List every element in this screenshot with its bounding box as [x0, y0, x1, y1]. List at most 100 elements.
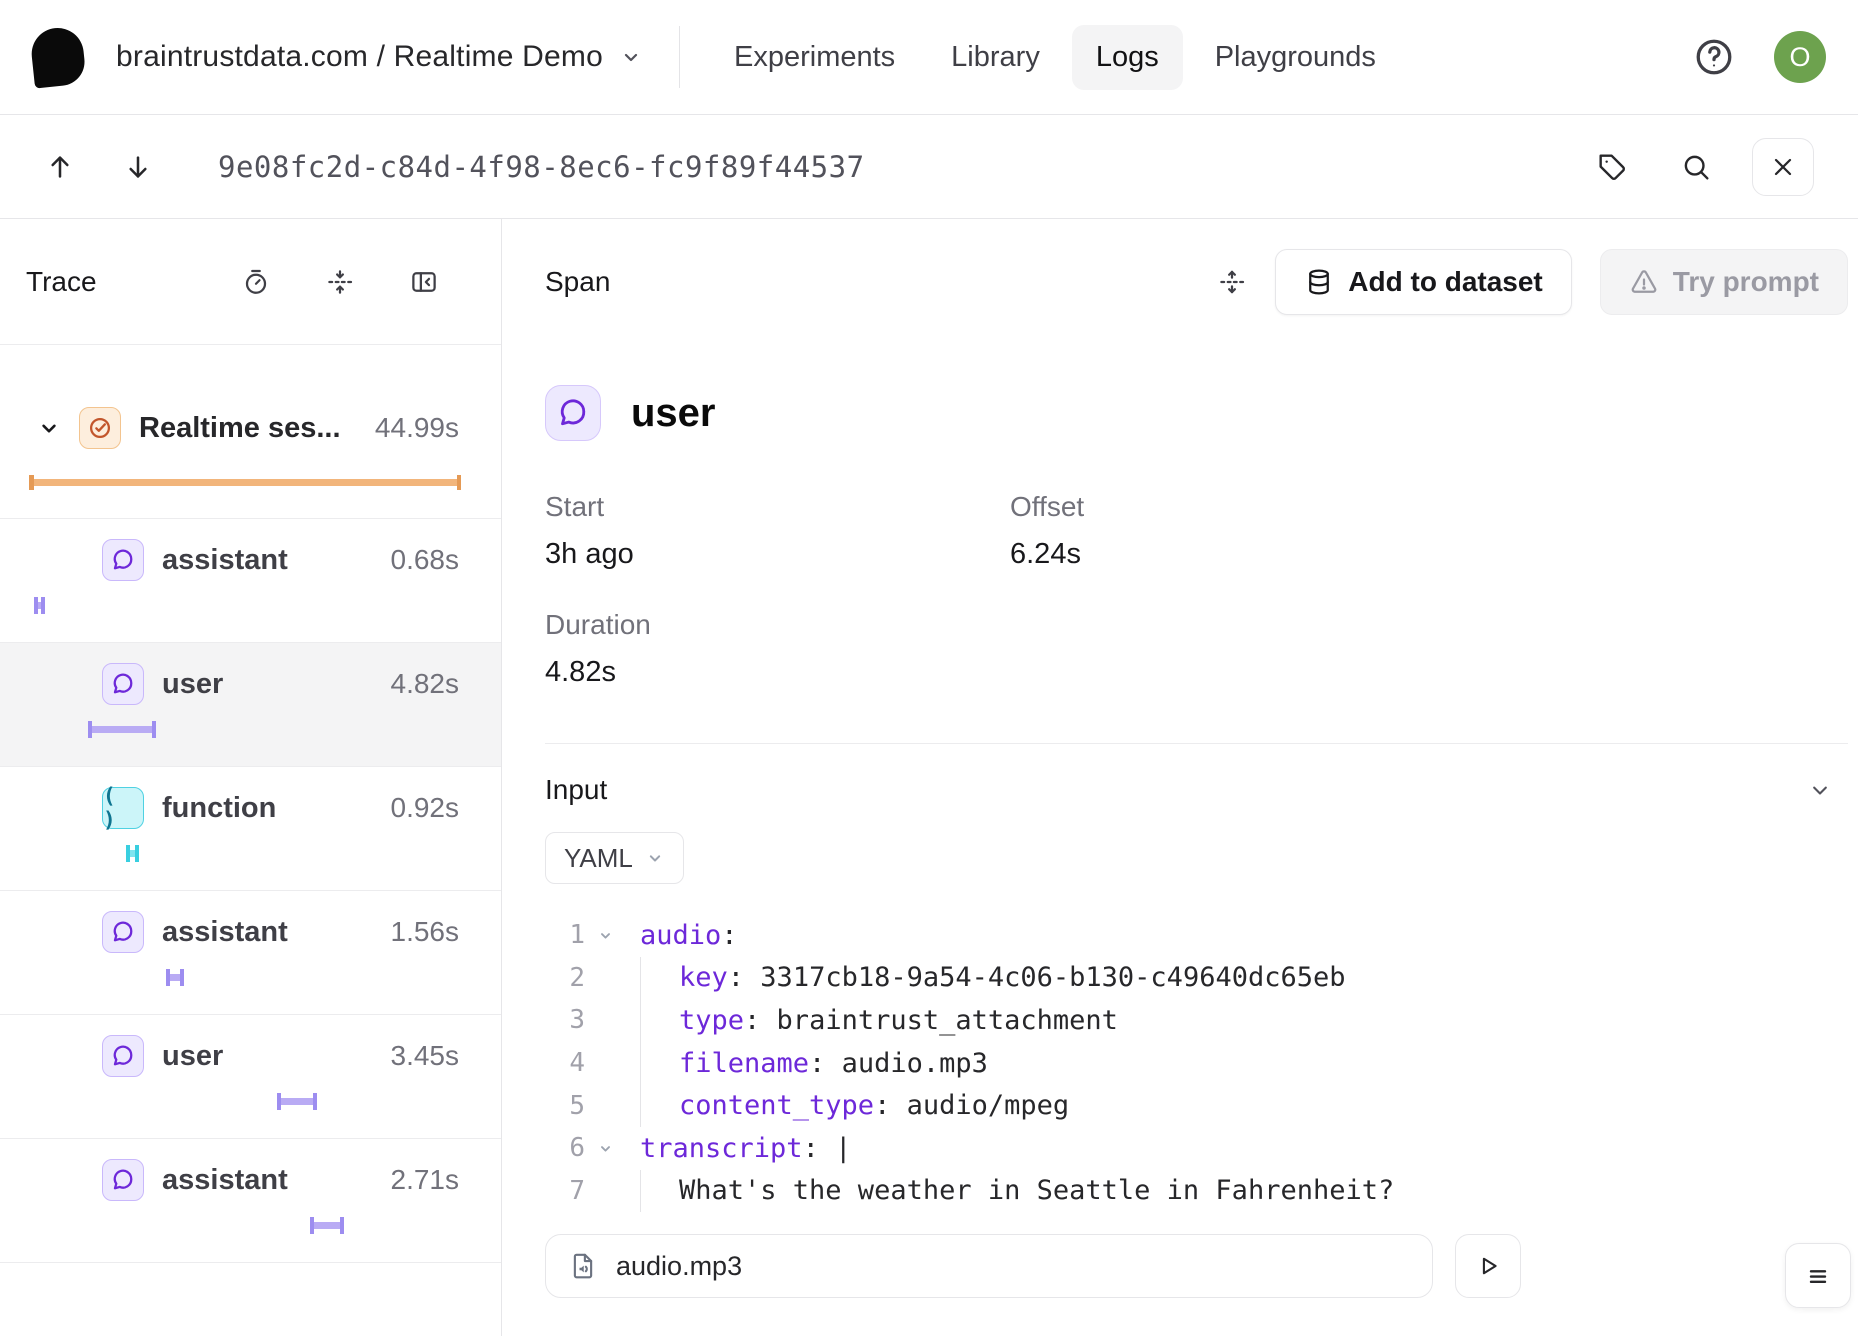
line-number: 7	[545, 1176, 585, 1206]
chevron-down-icon[interactable]	[36, 415, 62, 441]
primary-nav: Experiments Library Logs Playgrounds	[710, 25, 1400, 90]
yaml-separator: :	[721, 920, 737, 951]
code-line-body: filename: audio.mp3	[640, 1042, 988, 1085]
expand-panel-button[interactable]	[1217, 267, 1247, 297]
start-value: 3h ago	[545, 538, 1010, 571]
audio-attachment-chip[interactable]: audio.mp3	[545, 1234, 1433, 1298]
span-row-inner: user 3.45s	[0, 1015, 501, 1077]
trace-sidebar: Trace	[0, 219, 502, 1336]
format-select[interactable]: YAML	[545, 832, 684, 884]
span-title-row: user	[545, 385, 1848, 441]
trace-toolbar: 9e08fc2d-c84d-4f98-8ec6-fc9f89f44537	[0, 115, 1858, 219]
next-trace-button[interactable]	[122, 151, 154, 183]
span-duration: 2.71s	[379, 1164, 460, 1196]
yaml-key: audio	[640, 920, 721, 951]
span-name: user	[162, 1040, 223, 1073]
span-name: assistant	[162, 1164, 288, 1197]
tag-icon	[1596, 151, 1628, 183]
previous-trace-button[interactable]	[44, 151, 76, 183]
close-icon	[1769, 153, 1797, 181]
collapse-input-button[interactable]	[1806, 776, 1834, 804]
span-type-badge	[102, 663, 144, 705]
search-button[interactable]	[1680, 151, 1712, 183]
yaml-separator: :	[744, 1005, 760, 1036]
nav-item-logs[interactable]: Logs	[1072, 25, 1183, 90]
span-timeline-bar	[29, 475, 461, 490]
code-line-body: transcript: |	[625, 1127, 851, 1170]
span-duration: 4.82s	[379, 668, 460, 700]
span-list: Realtime ses... 44.99s assistant 0.68s u…	[0, 345, 501, 1263]
nav-item-library[interactable]: Library	[927, 25, 1064, 90]
trace-span-row[interactable]: user 4.82s	[0, 643, 501, 767]
try-prompt-button[interactable]: Try prompt	[1600, 249, 1848, 315]
span-row-inner: Realtime ses... 44.99s	[0, 345, 501, 449]
yaml-value: What's the weather in Seattle in Fahrenh…	[679, 1175, 1394, 1206]
add-to-dataset-button[interactable]: Add to dataset	[1275, 249, 1571, 315]
span-row-inner: ( ) function 0.92s	[0, 767, 501, 829]
span-row-inner: assistant 2.71s	[0, 1139, 501, 1201]
code-fold-toggle[interactable]	[585, 927, 625, 944]
question-circle-icon	[1692, 35, 1736, 79]
breadcrumb-label: braintrustdata.com / Realtime Demo	[116, 40, 603, 74]
play-audio-button[interactable]	[1455, 1234, 1521, 1298]
code-fold-toggle[interactable]	[585, 1140, 625, 1157]
span-duration: 3.45s	[379, 1040, 460, 1072]
trace-span-row[interactable]: assistant 0.68s	[0, 519, 501, 643]
input-section-divider	[545, 743, 1848, 744]
span-type-badge	[102, 911, 144, 953]
arrow-up-icon	[44, 151, 76, 183]
yaml-key: filename	[679, 1048, 809, 1079]
trace-span-row[interactable]: Realtime ses... 44.99s	[0, 345, 501, 519]
warning-triangle-icon	[1629, 267, 1659, 297]
span-timeline-bar	[88, 721, 156, 738]
yaml-separator: :	[874, 1090, 890, 1121]
chevron-down-icon	[1806, 776, 1834, 804]
collapse-rows-button[interactable]	[325, 267, 355, 297]
nav-item-playgrounds[interactable]: Playgrounds	[1191, 25, 1400, 90]
close-trace-button[interactable]	[1752, 138, 1814, 196]
trace-span-row[interactable]: user 3.45s	[0, 1015, 501, 1139]
yaml-key: content_type	[679, 1090, 874, 1121]
yaml-value: audio/mpeg	[890, 1090, 1069, 1121]
code-line-body: type: braintrust_attachment	[640, 999, 1118, 1042]
tag-button[interactable]	[1596, 151, 1628, 183]
content: Trace	[0, 219, 1858, 1336]
trace-span-row[interactable]: ( ) function 0.92s	[0, 767, 501, 891]
trace-span-row[interactable]: assistant 1.56s	[0, 891, 501, 1015]
play-icon	[1474, 1252, 1502, 1280]
yaml-value: |	[819, 1133, 852, 1164]
app-root: braintrustdata.com / Realtime Demo Exper…	[0, 0, 1858, 1336]
yaml-code-block: 1 audio: 2 key: 3317cb18-9a54-4c06-b130-…	[545, 914, 1848, 1212]
audio-attachment-filename: audio.mp3	[616, 1251, 742, 1282]
nav-divider	[679, 26, 680, 88]
trace-span-row[interactable]: assistant 2.71s	[0, 1139, 501, 1263]
stopwatch-icon	[241, 267, 271, 297]
code-line: 2 key: 3317cb18-9a54-4c06-b130-c49640dc6…	[545, 957, 1848, 1000]
line-number: 5	[545, 1091, 585, 1121]
collapse-sidebar-button[interactable]	[409, 267, 439, 297]
braintrust-logo-icon[interactable]	[29, 25, 87, 88]
project-breadcrumb[interactable]: braintrustdata.com / Realtime Demo	[116, 40, 643, 74]
span-panel-header: Span Add to dataset Try prompt	[545, 219, 1848, 345]
timing-toggle-button[interactable]	[241, 267, 271, 297]
nav-item-experiments[interactable]: Experiments	[710, 25, 919, 90]
span-timeline-bar	[166, 969, 184, 986]
span-duration: 1.56s	[379, 916, 460, 948]
search-icon	[1680, 151, 1712, 183]
overflow-menu-button[interactable]	[1785, 1243, 1851, 1308]
add-to-dataset-label: Add to dataset	[1348, 266, 1542, 298]
span-type-badge	[102, 1159, 144, 1201]
avatar[interactable]: O	[1774, 31, 1826, 83]
chevron-down-icon	[619, 45, 643, 69]
help-button[interactable]	[1692, 35, 1736, 79]
code-line: 3 type: braintrust_attachment	[545, 999, 1848, 1042]
duration-label: Duration	[545, 609, 1010, 641]
trace-title: Trace	[26, 266, 97, 298]
yaml-key: key	[679, 962, 728, 993]
attachment-row: audio.mp3	[545, 1234, 1848, 1298]
span-name: function	[162, 792, 276, 825]
line-number: 4	[545, 1048, 585, 1078]
speech-bubble-icon	[110, 671, 136, 697]
code-line-body: key: 3317cb18-9a54-4c06-b130-c49640dc65e…	[640, 957, 1346, 1000]
speech-bubble-icon	[110, 919, 136, 945]
